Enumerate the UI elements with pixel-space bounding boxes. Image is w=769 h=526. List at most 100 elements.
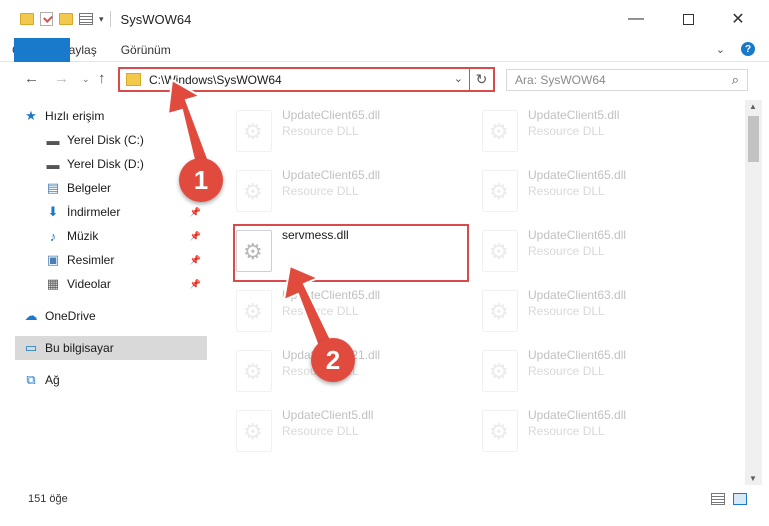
close-icon: ✕ [731, 11, 745, 28]
pin-icon[interactable]: 📌 [190, 279, 201, 290]
navigation-pane: ★ Hızlı erişim ▬ Yerel Disk (C:) 📌 ▬ Yerel Dis… [15, 100, 209, 480]
sidebar-item-label: İndirmeler [67, 205, 121, 219]
up-button[interactable]: ↑ [98, 70, 106, 87]
dll-file-icon [482, 110, 518, 152]
file-name: UpdateClient65.dll [528, 168, 627, 182]
sidebar-item[interactable]: ⧉ Ağ [15, 368, 207, 392]
file-item[interactable]: UpdateClient65.dll Resource DLL [466, 220, 706, 278]
minimize-icon: — [628, 10, 644, 27]
sidebar-item-label: Yerel Disk (C:) [67, 133, 144, 147]
maximize-button[interactable] [665, 0, 711, 38]
view-properties-icon[interactable] [79, 13, 93, 25]
sidebar-item-label: Ağ [45, 373, 60, 387]
scroll-thumb[interactable] [748, 116, 759, 162]
sidebar-item[interactable]: ☁ OneDrive [15, 304, 207, 328]
search-placeholder: Ara: SysWOW64 [515, 73, 606, 87]
sidebar-item[interactable]: ▭ Bu bilgisayar [15, 336, 207, 360]
file-item[interactable]: UpdateClient5.dll Resource DLL [466, 100, 706, 158]
sidebar-item[interactable]: ▬ Yerel Disk (D:) [15, 152, 207, 176]
vertical-scrollbar[interactable]: ▲ ▼ [745, 100, 762, 485]
help-icon[interactable]: ? [741, 42, 755, 56]
back-button[interactable]: ← [24, 70, 39, 87]
file-name: UpdateClient5.dll [528, 108, 620, 122]
scroll-down-icon[interactable]: ▼ [749, 474, 757, 483]
cloud-icon: ☁ [24, 308, 38, 323]
dll-file-icon [236, 410, 272, 452]
dll-file-icon [236, 290, 272, 332]
properties-checkmark-icon[interactable] [40, 12, 53, 26]
file-item[interactable]: UpdateClient5.dll Resource DLL [220, 400, 460, 458]
file-name: UpdateClient5.dll [282, 408, 374, 422]
sidebar-item-label: Yerel Disk (D:) [67, 157, 144, 171]
details-view-icon[interactable] [711, 493, 725, 505]
download-icon: ⬇ [47, 204, 59, 219]
sidebar-item[interactable]: ▬ Yerel Disk (C:) 📌 [15, 128, 207, 152]
file-item[interactable]: UpdateClient65.dll Resource DLL [220, 280, 460, 338]
recent-locations-icon[interactable]: ⌄ [82, 74, 90, 85]
file-type: Resource DLL [528, 124, 605, 138]
folder-icon [20, 13, 34, 25]
title-separator [109, 11, 111, 27]
file-type: Resource DLL [282, 184, 359, 198]
sidebar-item-label: OneDrive [45, 309, 96, 323]
large-icons-view-icon[interactable] [733, 493, 747, 505]
step-1-badge: 1 [179, 158, 223, 202]
file-item[interactable]: UpdateClient65.dll Resource DLL [220, 100, 460, 158]
pin-icon[interactable]: 📌 [190, 135, 201, 146]
sidebar-item-label: Belgeler [67, 181, 112, 195]
file-item[interactable]: UpdateClient65.dll Resource DLL [466, 160, 706, 218]
tab-view[interactable]: Görünüm [109, 38, 183, 61]
file-item[interactable]: UpdateClient65.dll Resource DLL [220, 160, 460, 218]
search-input[interactable]: Ara: SysWOW64 ⌕ [506, 69, 748, 91]
ribbon-tabs: Dosya Giriş Paylaş Görünüm ⌄ ? [0, 38, 769, 96]
pin-icon[interactable]: 📌 [190, 207, 201, 218]
pin-icon[interactable]: 📌 [190, 231, 201, 242]
computer-icon: ▭ [24, 340, 38, 355]
sidebar-item[interactable]: ♪ Müzik 📌 [15, 224, 207, 248]
customize-toolbar-icon[interactable]: ▾ [99, 14, 104, 25]
view-toggle [711, 493, 747, 505]
file-type: Resource DLL [528, 304, 605, 318]
dll-file-icon [482, 410, 518, 452]
file-item[interactable]: UpdateClient65.dll Resource DLL [466, 340, 706, 398]
close-button[interactable]: ✕ [715, 0, 761, 38]
dll-file-icon [482, 230, 518, 272]
folder-icon [126, 73, 141, 86]
file-list: UpdateClient65.dllResource DLLUpdateClie… [220, 100, 745, 480]
sidebar-item-label: Videolar [67, 277, 111, 291]
new-folder-icon[interactable] [59, 13, 73, 25]
sidebar-item-label: Bu bilgisayar [45, 341, 114, 355]
file-name: UpdateClient65.dll [282, 288, 381, 302]
expand-ribbon-icon[interactable]: ⌄ [716, 43, 725, 56]
pin-icon[interactable]: 📌 [190, 255, 201, 266]
file-item[interactable]: UpdateClient63.dll Resource DLL [466, 280, 706, 338]
forward-button[interactable]: → [54, 70, 69, 87]
search-icon[interactable]: ⌕ [732, 72, 739, 88]
address-bar[interactable]: C:\Windows\SysWOW64 ⌄ ↻ [118, 67, 495, 92]
address-dropdown-icon[interactable]: ⌄ [454, 72, 463, 85]
dll-file-icon [482, 350, 518, 392]
sidebar-item-label: Hızlı erişim [45, 109, 105, 123]
dll-file-icon [236, 110, 272, 152]
file-item[interactable]: UpdateClient65.dll Resource DLL [466, 400, 706, 458]
minimize-button[interactable]: — [613, 0, 659, 38]
navigation-bar: ← → ⌄ ↑ C:\Windows\SysWOW64 ⌄ ↻ Ara: Sys… [0, 62, 769, 96]
refresh-button[interactable]: ↻ [469, 69, 493, 90]
maximize-icon [682, 13, 694, 25]
file-type: Resource DLL [282, 304, 359, 318]
file-name: UpdateClient65.dll [528, 228, 627, 242]
sidebar-item[interactable]: ▦ Videolar 📌 [15, 272, 207, 296]
music-icon: ♪ [49, 228, 57, 244]
scroll-up-icon[interactable]: ▲ [749, 102, 757, 111]
file-type: Resource DLL [528, 364, 605, 378]
drive-icon: ▬ [46, 132, 60, 148]
ribbon-controls: ⌄ ? [716, 42, 755, 56]
address-path[interactable]: C:\Windows\SysWOW64 [149, 73, 282, 87]
step-2-badge: 2 [311, 338, 355, 382]
file-name: UpdateClient65.dll [282, 108, 381, 122]
videos-icon: ▦ [46, 276, 60, 291]
sidebar-item[interactable]: ▣ Resimler 📌 [15, 248, 207, 272]
sidebar-item[interactable]: ★ Hızlı erişim [15, 104, 207, 128]
dll-file-icon [236, 350, 272, 392]
sidebar-item[interactable]: ⬇ İndirmeler 📌 [15, 200, 207, 224]
